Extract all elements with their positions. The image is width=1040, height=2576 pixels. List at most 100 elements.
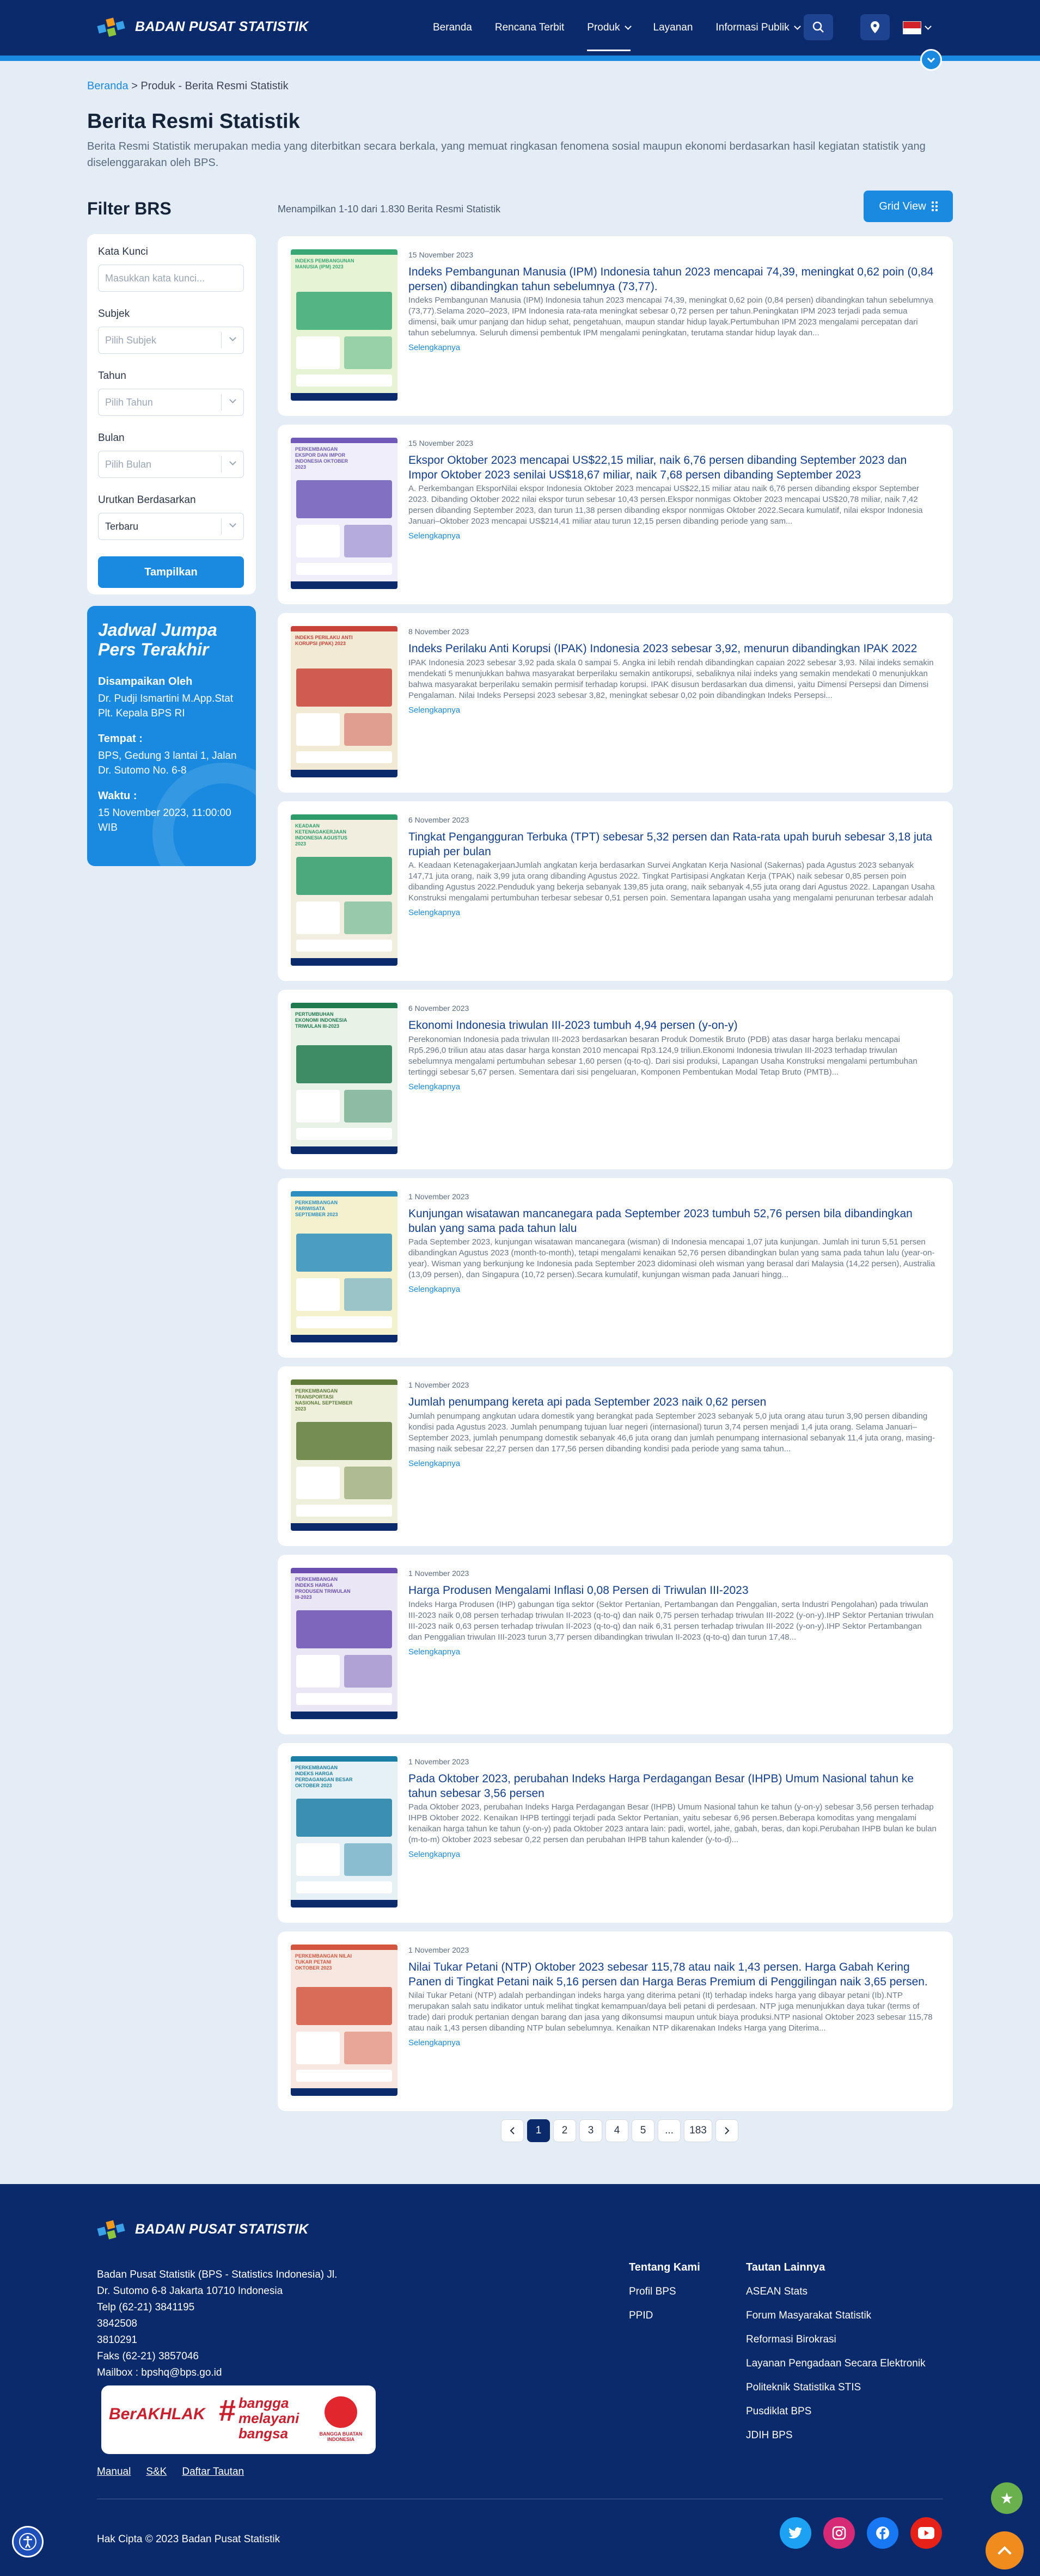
ppid-link[interactable]: PPID <box>629 2310 700 2322</box>
apply-filter-button[interactable]: Tampilkan <box>98 556 244 588</box>
brs-title-link[interactable]: Nilai Tukar Petani (NTP) Oktober 2023 se… <box>408 1960 937 1989</box>
location-button[interactable] <box>860 14 890 40</box>
footer-link[interactable]: Forum Masyarakat Statistik <box>746 2310 926 2322</box>
next-page-button[interactable] <box>715 2119 738 2142</box>
sort-select[interactable]: Terbaru <box>98 513 244 540</box>
brs-title-link[interactable]: Ekonomi Indonesia triwulan III-2023 tumb… <box>408 1018 937 1033</box>
subject-select[interactable]: Pilih Subjek <box>98 327 244 354</box>
read-more-link[interactable]: Selengkapnya <box>408 1082 460 1091</box>
subject-label: Subjek <box>98 308 130 320</box>
brs-card[interactable]: PERKEMBANGAN NILAI TUKAR PETANI OKTOBER … <box>278 1931 953 2111</box>
terms-link[interactable]: S&K <box>146 2466 167 2478</box>
profile-link[interactable]: Profil BPS <box>629 2286 700 2298</box>
facebook-icon[interactable] <box>867 2517 898 2549</box>
breadcrumb-home-link[interactable]: Beranda <box>87 80 129 92</box>
nav-informasi-publik[interactable]: Informasi Publik <box>715 0 801 56</box>
footer-logo[interactable]: BADAN PUSAT STATISTIK <box>97 2217 309 2242</box>
thumbnail-title: PERKEMBANGAN INDEKS HARGA PERDAGANGAN BE… <box>295 1765 353 1788</box>
read-more-link[interactable]: Selengkapnya <box>408 1647 460 1657</box>
nav-produk-label: Produk <box>587 22 620 33</box>
keyword-input[interactable]: Masukkan kata kunci... <box>98 265 244 292</box>
read-more-link[interactable]: Selengkapnya <box>408 908 460 917</box>
infographic-thumbnail[interactable]: PERKEMBANGAN PARIWISATA SEPTEMBER 2023 <box>291 1191 397 1342</box>
footer-link[interactable]: JDIH BPS <box>746 2430 926 2442</box>
month-value: Pilih Bulan <box>105 459 152 470</box>
twitter-icon[interactable] <box>780 2517 811 2549</box>
language-flag-icon[interactable] <box>903 21 921 34</box>
brs-card[interactable]: PERKEMBANGAN INDEKS HARGA PERDAGANGAN BE… <box>278 1743 953 1923</box>
bps-logo[interactable]: BADAN PUSAT STATISTIK <box>97 14 309 39</box>
page-2-button[interactable]: 2 <box>553 2119 576 2142</box>
link-list-link[interactable]: Daftar Tautan <box>182 2466 244 2478</box>
chevron-down-icon <box>229 520 236 528</box>
read-more-link[interactable]: Selengkapnya <box>408 531 460 541</box>
footer-link[interactable]: ASEAN Stats <box>746 2286 926 2298</box>
collapse-header-button[interactable] <box>920 49 942 71</box>
footer-link[interactable]: Reformasi Birokrasi <box>746 2334 926 2346</box>
page-ellipsis: ... <box>658 2119 681 2142</box>
sort-value: Terbaru <box>105 521 139 532</box>
footer-link[interactable]: Layanan Pengadaan Secara Elektronik <box>746 2358 926 2370</box>
search-button[interactable] <box>804 14 833 40</box>
thumbnail-title: PERKEMBANGAN EKSPOR DAN IMPOR INDONESIA … <box>295 446 348 470</box>
infographic-thumbnail[interactable]: PERKEMBANGAN EKSPOR DAN IMPOR INDONESIA … <box>291 438 397 589</box>
brs-title-link[interactable]: Jumlah penumpang kereta api pada Septemb… <box>408 1395 937 1409</box>
read-more-link[interactable]: Selengkapnya <box>408 2038 460 2047</box>
brs-card[interactable]: PERKEMBANGAN EKSPOR DAN IMPOR INDONESIA … <box>278 425 953 604</box>
nav-beranda[interactable]: Beranda <box>433 0 472 56</box>
thumbnail-title: PERKEMBANGAN NILAI TUKAR PETANI OKTOBER … <box>295 1953 352 1971</box>
footer-link[interactable]: Politeknik Statistika STIS <box>746 2382 926 2394</box>
brs-card[interactable]: PERKEMBANGAN TRANSPORTASI NASIONAL SEPTE… <box>278 1366 953 1546</box>
brs-title-link[interactable]: Indeks Pembangunan Manusia (IPM) Indones… <box>408 265 937 294</box>
brs-title-link[interactable]: Ekspor Oktober 2023 mencapai US$22,15 mi… <box>408 453 937 482</box>
read-more-link[interactable]: Selengkapnya <box>408 343 460 352</box>
page-183-button[interactable]: 183 <box>684 2119 712 2142</box>
read-more-link[interactable]: Selengkapnya <box>408 1850 460 1859</box>
month-label: Bulan <box>98 432 125 444</box>
scroll-to-top-button[interactable] <box>986 2531 1024 2569</box>
page-4-button[interactable]: 4 <box>605 2119 628 2142</box>
infographic-thumbnail[interactable]: KEADAAN KETENAGAKERJAAN INDONESIA AGUSTU… <box>291 814 397 966</box>
chevron-down-icon[interactable] <box>925 23 932 30</box>
brs-title-link[interactable]: Harga Produsen Mengalami Inflasi 0,08 Pe… <box>408 1583 937 1598</box>
infographic-thumbnail[interactable]: PERKEMBANGAN INDEKS HARGA PRODUSEN TRIWU… <box>291 1568 397 1719</box>
instagram-icon[interactable] <box>823 2517 855 2549</box>
infographic-thumbnail[interactable]: PERTUMBUHAN EKONOMI INDONESIA TRIWULAN I… <box>291 1003 397 1154</box>
page-5-button[interactable]: 5 <box>632 2119 654 2142</box>
page-3-button[interactable]: 3 <box>579 2119 602 2142</box>
brs-title-link[interactable]: Pada Oktober 2023, perubahan Indeks Harg… <box>408 1771 937 1801</box>
infographic-thumbnail[interactable]: PERKEMBANGAN INDEKS HARGA PERDAGANGAN BE… <box>291 1756 397 1908</box>
manual-link[interactable]: Manual <box>97 2466 131 2478</box>
footer-link[interactable]: Pusdiklat BPS <box>746 2406 926 2418</box>
year-select[interactable]: Pilih Tahun <box>98 389 244 416</box>
read-more-link[interactable]: Selengkapnya <box>408 1459 460 1468</box>
brs-card[interactable]: PERKEMBANGAN INDEKS HARGA PRODUSEN TRIWU… <box>278 1555 953 1734</box>
infographic-thumbnail[interactable]: PERKEMBANGAN TRANSPORTASI NASIONAL SEPTE… <box>291 1379 397 1531</box>
accessibility-button[interactable] <box>12 2526 44 2557</box>
chevron-down-icon <box>927 54 935 63</box>
read-more-link[interactable]: Selengkapnya <box>408 706 460 715</box>
brs-abstract: A. Perkembangan EksporNilai ekspor Indon… <box>408 484 923 526</box>
brs-title-link[interactable]: Tingkat Pengangguran Terbuka (TPT) sebes… <box>408 830 937 859</box>
youtube-icon[interactable] <box>910 2517 942 2549</box>
month-select[interactable]: Pilih Bulan <box>98 451 244 478</box>
page-1-button[interactable]: 1 <box>527 2119 550 2142</box>
brs-card[interactable]: INDEKS PERILAKU ANTI KORUPSI (IPAK) 2023… <box>278 613 953 793</box>
brs-card[interactable]: PERTUMBUHAN EKONOMI INDONESIA TRIWULAN I… <box>278 990 953 1169</box>
infographic-thumbnail[interactable]: INDEKS PEMBANGUNAN MANUSIA (IPM) 2023 <box>291 249 397 401</box>
nav-rencana-terbit[interactable]: Rencana Terbit <box>495 0 564 56</box>
grid-view-button[interactable]: Grid View <box>864 191 953 222</box>
brs-card[interactable]: KEADAAN KETENAGAKERJAAN INDONESIA AGUSTU… <box>278 801 953 981</box>
feedback-star-button[interactable]: ★ <box>991 2482 1023 2514</box>
nav-produk[interactable]: Produk <box>587 0 632 56</box>
brs-title-link[interactable]: Kunjungan wisatawan mancanegara pada Sep… <box>408 1206 937 1236</box>
nav-layanan[interactable]: Layanan <box>653 0 693 56</box>
infographic-thumbnail[interactable]: PERKEMBANGAN NILAI TUKAR PETANI OKTOBER … <box>291 1945 397 2096</box>
map-pin-icon <box>871 21 879 33</box>
brs-card[interactable]: INDEKS PEMBANGUNAN MANUSIA (IPM) 2023 15 … <box>278 236 953 416</box>
brs-card[interactable]: PERKEMBANGAN PARIWISATA SEPTEMBER 2023 1 … <box>278 1178 953 1358</box>
brs-title-link[interactable]: Indeks Perilaku Anti Korupsi (IPAK) Indo… <box>408 641 937 656</box>
infographic-thumbnail[interactable]: INDEKS PERILAKU ANTI KORUPSI (IPAK) 2023 <box>291 626 397 777</box>
prev-page-button[interactable] <box>501 2119 524 2142</box>
read-more-link[interactable]: Selengkapnya <box>408 1285 460 1294</box>
